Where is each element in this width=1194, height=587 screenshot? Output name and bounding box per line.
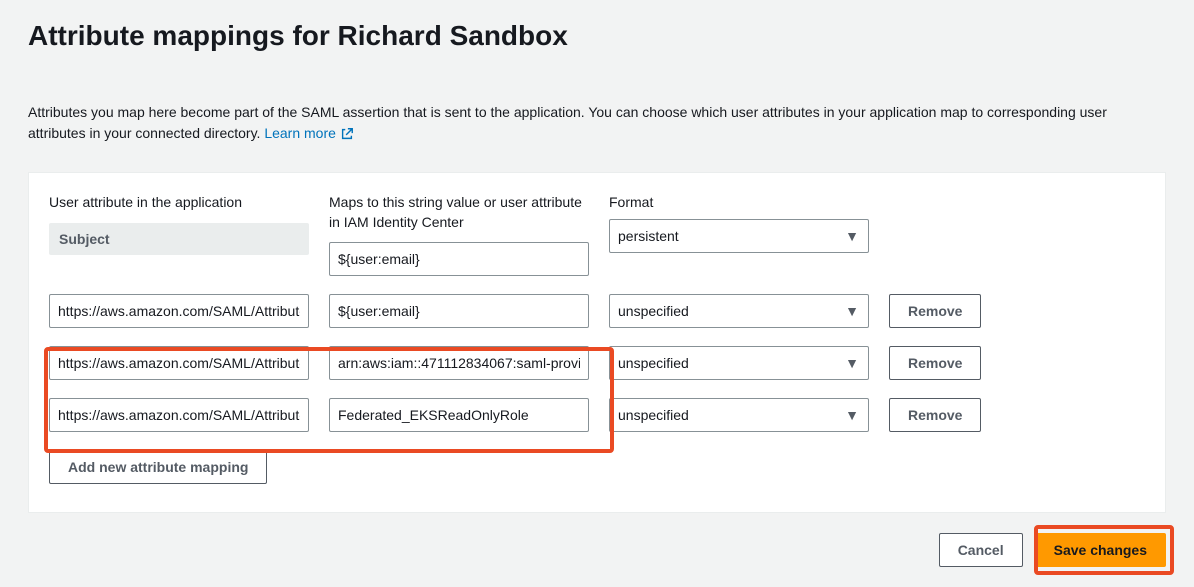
- save-button[interactable]: Save changes: [1035, 533, 1166, 567]
- col-label-attribute: User attribute in the application: [49, 193, 309, 213]
- learn-more-label: Learn more: [264, 123, 336, 144]
- header-row: User attribute in the application Subjec…: [49, 193, 1145, 276]
- attribute-input[interactable]: [49, 346, 309, 380]
- footer-actions: Cancel Save changes: [28, 533, 1166, 567]
- learn-more-link[interactable]: Learn more: [264, 123, 354, 144]
- maps-to-input[interactable]: [329, 294, 589, 328]
- subject-format-select[interactable]: [609, 219, 869, 253]
- cancel-button[interactable]: Cancel: [939, 533, 1023, 567]
- attribute-input[interactable]: [49, 294, 309, 328]
- col-label-maps-to: Maps to this string value or user attrib…: [329, 193, 589, 232]
- desc-body: Attributes you map here become part of t…: [28, 104, 1107, 141]
- format-select[interactable]: [609, 346, 869, 380]
- remove-button[interactable]: Remove: [889, 346, 981, 380]
- mapping-row: ▼ Remove: [49, 346, 1145, 380]
- maps-to-input[interactable]: [329, 398, 589, 432]
- subject-map-input[interactable]: [329, 242, 589, 276]
- maps-to-input[interactable]: [329, 346, 589, 380]
- external-link-icon: [340, 127, 354, 141]
- attribute-input[interactable]: [49, 398, 309, 432]
- mappings-panel: User attribute in the application Subjec…: [28, 172, 1166, 513]
- mapping-row: ▼ Remove: [49, 398, 1145, 432]
- col-label-format: Format: [609, 193, 869, 213]
- format-select[interactable]: [609, 294, 869, 328]
- add-mapping-button[interactable]: Add new attribute mapping: [49, 450, 267, 484]
- mapping-row: ▼ Remove: [49, 294, 1145, 328]
- remove-button[interactable]: Remove: [889, 398, 981, 432]
- description-text: Attributes you map here become part of t…: [28, 102, 1166, 144]
- page-title: Attribute mappings for Richard Sandbox: [28, 20, 1166, 52]
- remove-button[interactable]: Remove: [889, 294, 981, 328]
- subject-field: Subject: [49, 223, 309, 255]
- format-select[interactable]: [609, 398, 869, 432]
